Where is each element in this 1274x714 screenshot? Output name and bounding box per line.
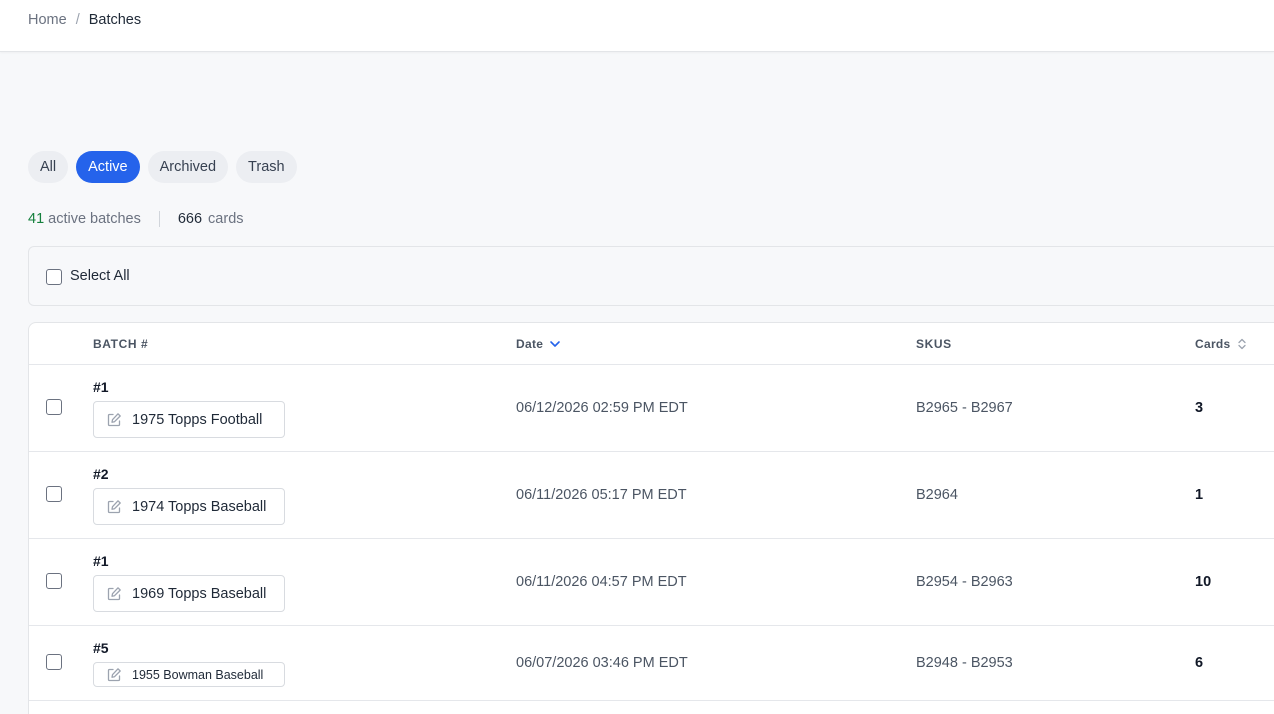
batch-skus: B2948 - B2953	[916, 655, 1013, 671]
batch-skus: B2954 - B2963	[916, 574, 1013, 590]
batch-number: #1	[93, 379, 109, 395]
select-all-checkbox[interactable]	[46, 269, 62, 285]
batch-date: 06/07/2026 03:46 PM EDT	[516, 655, 688, 671]
batch-number: #5	[93, 640, 109, 656]
batch-stats: 41 active batches 666 cards	[28, 211, 244, 227]
batch-card-count: 1	[1195, 487, 1204, 503]
active-batches-count: 41	[28, 211, 45, 227]
tab-archived[interactable]: Archived	[147, 151, 229, 183]
batch-name-field[interactable]: 1974 Topps Baseball	[93, 488, 285, 525]
breadcrumb-home-link[interactable]: Home	[28, 12, 67, 28]
column-header-cards[interactable]: Cards	[1195, 337, 1247, 351]
breadcrumb-current: Batches	[88, 12, 142, 28]
table-header: BATCH # Date SKUS Cards	[29, 323, 1274, 365]
batch-name: 1975 Topps Football	[132, 411, 263, 428]
tab-active[interactable]: Active	[76, 151, 140, 183]
batch-name: 1955 Bowman Baseball	[132, 667, 264, 682]
batch-name-field[interactable]: 1975 Topps Football	[93, 401, 285, 438]
cards-count: 666	[177, 211, 203, 227]
batch-number: #1	[93, 553, 109, 569]
batch-name: 1969 Topps Baseball	[132, 585, 267, 602]
table-row[interactable]: #1 1975 Topps Football 06/12/2026 02:59 …	[29, 365, 1274, 452]
batches-table: BATCH # Date SKUS Cards #1 1975 Topps Fo…	[28, 322, 1274, 714]
pencil-square-icon	[107, 586, 121, 600]
batch-date: 06/11/2026 04:57 PM EDT	[516, 574, 687, 590]
row-checkbox[interactable]	[46, 486, 62, 502]
breadcrumb-separator: /	[75, 12, 80, 28]
row-checkbox[interactable]	[46, 654, 62, 670]
batch-number: #2	[93, 466, 109, 482]
column-header-skus: SKUS	[916, 337, 952, 351]
table-row[interactable]: #1 1969 Topps Baseball 06/11/2026 04:57 …	[29, 539, 1274, 626]
status-tabs: All Active Archived Trash	[28, 151, 297, 183]
row-checkbox[interactable]	[46, 573, 62, 589]
chevron-down-icon	[550, 341, 561, 347]
batch-date: 06/12/2026 02:59 PM EDT	[516, 400, 688, 416]
sort-up-down-icon	[1237, 338, 1246, 350]
bulk-select-bar: Select All	[28, 246, 1274, 306]
tab-all[interactable]: All	[28, 151, 69, 183]
pencil-square-icon	[107, 499, 121, 513]
batch-card-count: 10	[1195, 574, 1212, 590]
select-all-label[interactable]: Select All	[70, 268, 130, 284]
batch-name: 1974 Topps Baseball	[132, 498, 267, 515]
table-row[interactable]: #5 1955 Bowman Baseball 06/07/2026 03:46…	[29, 626, 1274, 701]
column-header-batch: BATCH #	[93, 337, 149, 351]
batch-skus: B2964	[916, 487, 958, 503]
top-bar: Home / Batches	[0, 0, 1274, 52]
batch-skus: B2965 - B2967	[916, 400, 1013, 416]
active-batches-label: active batches	[48, 211, 141, 227]
batch-card-count: 3	[1195, 400, 1204, 416]
column-header-date[interactable]: Date	[516, 337, 561, 351]
stats-divider	[158, 211, 160, 227]
pencil-square-icon	[107, 667, 121, 681]
batch-card-count: 6	[1195, 655, 1204, 671]
batch-name-field[interactable]: 1955 Bowman Baseball	[93, 662, 285, 687]
batch-date: 06/11/2026 05:17 PM EDT	[516, 487, 687, 503]
pencil-square-icon	[107, 412, 121, 426]
row-checkbox[interactable]	[46, 399, 62, 415]
table-row[interactable]: #2 1974 Topps Baseball 06/11/2026 05:17 …	[29, 452, 1274, 539]
cards-label: cards	[208, 211, 244, 227]
breadcrumb: Home / Batches	[28, 12, 141, 28]
batch-name-field[interactable]: 1969 Topps Baseball	[93, 575, 285, 612]
tab-trash[interactable]: Trash	[236, 151, 297, 183]
